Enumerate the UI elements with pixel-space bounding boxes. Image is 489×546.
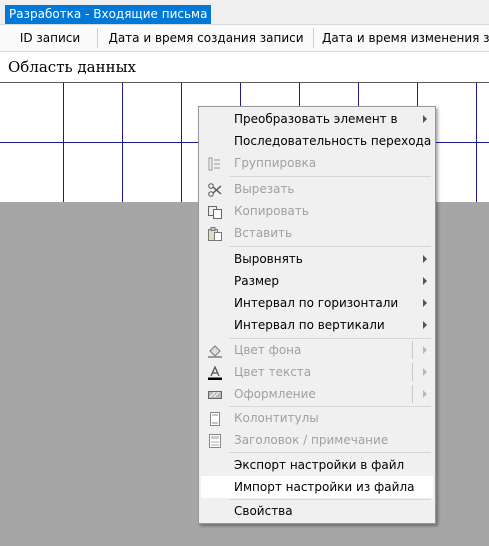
column-divider xyxy=(97,28,98,48)
submenu-arrow-icon xyxy=(423,115,427,123)
special-effect-icon xyxy=(207,387,223,401)
column-header-modified[interactable]: Дата и время изменения записи xyxy=(322,25,489,51)
menu-item-export-settings[interactable]: Экспорт настройки в файл xyxy=(201,454,433,476)
section-title: Область данных xyxy=(8,58,137,76)
menu-item-vertical-spacing[interactable]: Интервал по вертикали xyxy=(201,314,433,336)
menu-item-report-header-footer[interactable]: Заголовок / примечание xyxy=(201,429,433,451)
tab-strip: Разработка - Входящие письма xyxy=(0,0,489,24)
menu-item-label: Последовательность перехода xyxy=(234,134,432,148)
menu-item-label: Заголовок / примечание xyxy=(234,433,389,447)
page-header-row: ID записи Дата и время создания записи Д… xyxy=(0,24,489,52)
menu-item-convert-to[interactable]: Преобразовать элемент в xyxy=(201,108,433,130)
menu-item-import-settings[interactable]: Импорт настройки из файла xyxy=(201,476,433,498)
page-header-footer-icon xyxy=(207,411,223,426)
detail-section-bar[interactable]: Область данных xyxy=(0,52,489,83)
submenu-arrow-icon xyxy=(423,277,427,285)
menu-item-tab-order[interactable]: Последовательность перехода xyxy=(201,130,433,152)
menu-item-align[interactable]: Выровнять xyxy=(201,248,433,270)
menu-item-label: Цвет текста xyxy=(234,365,312,379)
copy-icon xyxy=(207,204,223,219)
menu-item-label: Экспорт настройки в файл xyxy=(234,458,405,472)
submenu-arrow-icon xyxy=(423,390,427,398)
report-header-icon xyxy=(207,433,223,448)
submenu-split-divider xyxy=(412,385,413,403)
menu-item-label: Копировать xyxy=(234,204,309,218)
menu-item-fill-color[interactable]: Цвет фона xyxy=(201,339,433,361)
submenu-arrow-icon xyxy=(423,346,427,354)
menu-item-size[interactable]: Размер xyxy=(201,270,433,292)
menu-item-properties[interactable]: Свойства xyxy=(201,500,433,522)
menu-item-label: Преобразовать элемент в xyxy=(234,112,398,126)
submenu-split-divider xyxy=(412,341,413,359)
menu-item-label: Импорт настройки из файла xyxy=(234,480,415,494)
context-menu: Преобразовать элемент в Последовательнос… xyxy=(198,106,436,524)
menu-item-label: Цвет фона xyxy=(234,343,302,357)
menu-item-label: Колонтитулы xyxy=(234,411,319,425)
menu-separator xyxy=(229,452,431,453)
submenu-arrow-icon xyxy=(423,255,427,263)
document-tab[interactable]: Разработка - Входящие письма xyxy=(5,5,212,24)
paste-icon xyxy=(207,226,223,241)
menu-item-paste[interactable]: Вставить xyxy=(201,222,433,244)
group-icon xyxy=(207,156,223,171)
menu-item-label: Выровнять xyxy=(234,252,303,266)
submenu-split-divider xyxy=(412,363,413,381)
menu-separator xyxy=(229,246,431,247)
menu-item-page-header-footer[interactable]: Колонтитулы xyxy=(201,407,433,429)
font-color-icon xyxy=(207,365,223,380)
scissors-icon xyxy=(207,182,223,197)
menu-item-label: Свойства xyxy=(234,504,293,518)
submenu-arrow-icon xyxy=(423,299,427,307)
menu-item-font-color[interactable]: Цвет текста xyxy=(201,361,433,383)
menu-item-label: Вырезать xyxy=(234,182,295,196)
menu-item-label: Интервал по горизонтали xyxy=(234,296,399,310)
fill-color-icon xyxy=(207,343,223,358)
menu-item-label: Группировка xyxy=(234,156,317,170)
submenu-arrow-icon xyxy=(423,368,427,376)
column-header-created[interactable]: Дата и время создания записи xyxy=(108,25,304,51)
menu-item-copy[interactable]: Копировать xyxy=(201,200,433,222)
menu-item-horizontal-spacing[interactable]: Интервал по горизонтали xyxy=(201,292,433,314)
menu-item-grouping[interactable]: Группировка xyxy=(201,152,433,174)
menu-item-special-effect[interactable]: Оформление xyxy=(201,383,433,405)
menu-item-cut[interactable]: Вырезать xyxy=(201,178,433,200)
column-divider xyxy=(313,28,314,48)
menu-item-label: Вставить xyxy=(234,226,293,240)
menu-item-label: Размер xyxy=(234,274,280,288)
menu-separator xyxy=(229,176,431,177)
menu-item-label: Оформление xyxy=(234,387,316,401)
submenu-arrow-icon xyxy=(423,321,427,329)
column-header-id[interactable]: ID записи xyxy=(10,25,90,51)
menu-item-label: Интервал по вертикали xyxy=(234,318,385,332)
